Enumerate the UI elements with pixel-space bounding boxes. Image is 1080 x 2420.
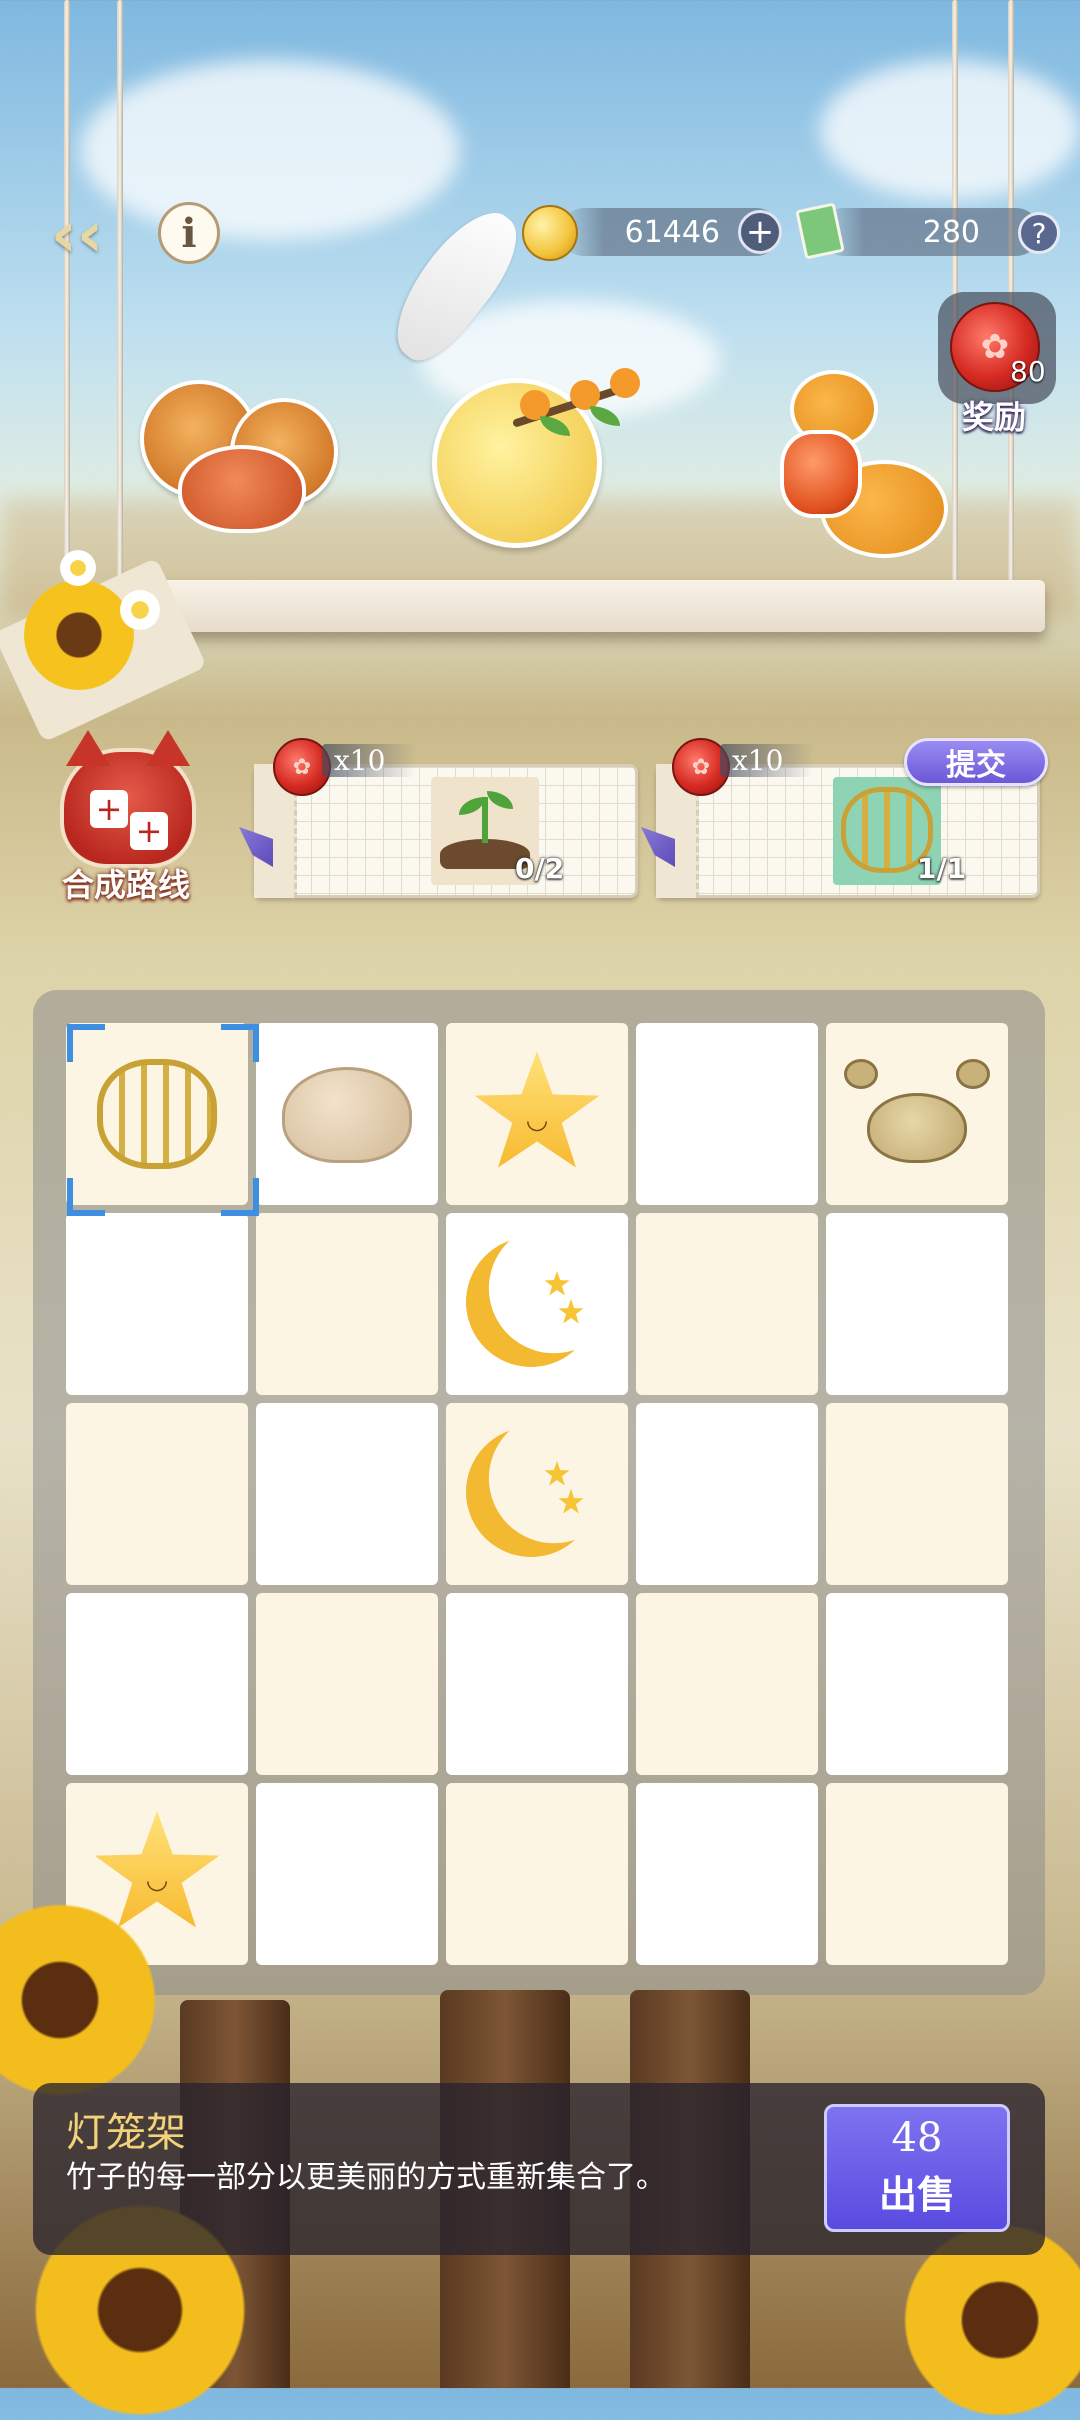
board-cell[interactable] xyxy=(636,1593,818,1775)
board-cell[interactable] xyxy=(256,1403,438,1585)
crescent-moon-icon xyxy=(449,1410,613,1574)
info-icon: i xyxy=(181,209,197,257)
board-cell[interactable] xyxy=(826,1783,1008,1965)
ticket-counter: 280 xyxy=(820,208,1040,256)
back-button[interactable]: ‹‹ xyxy=(42,198,112,272)
order-progress: 0/2 xyxy=(515,852,565,885)
cloud xyxy=(820,60,1080,200)
board-cell[interactable] xyxy=(256,1593,438,1775)
board-cell[interactable] xyxy=(66,1403,248,1585)
ticket-amount: 280 xyxy=(922,214,980,250)
board-cell[interactable] xyxy=(66,1593,248,1775)
crab-claw-icon xyxy=(844,1059,878,1089)
crab-icon xyxy=(178,445,306,533)
cloud xyxy=(80,60,460,240)
sell-label: 出售 xyxy=(878,2172,955,2217)
merge-route-label: 合成路线 xyxy=(61,866,190,904)
board-cell[interactable] xyxy=(446,1403,628,1585)
board-cell[interactable]: ◡ xyxy=(446,1023,628,1205)
board-cell[interactable] xyxy=(826,1593,1008,1775)
selection-frame xyxy=(66,1023,259,1216)
sell-button[interactable]: 48 出售 xyxy=(824,2104,1010,2232)
sunflower-bouquet xyxy=(0,540,220,743)
board-cell[interactable] xyxy=(66,1213,248,1395)
plus-icon: + xyxy=(745,212,775,252)
board-cell[interactable] xyxy=(826,1403,1008,1585)
selection-corner xyxy=(67,1024,105,1062)
star-face: ◡ xyxy=(525,1105,549,1135)
plus-icon: + xyxy=(90,790,128,828)
plus-icon: + xyxy=(130,812,168,850)
board-cell[interactable] xyxy=(826,1213,1008,1395)
sell-price: 48 xyxy=(891,2114,943,2161)
help-icon: ? xyxy=(1031,216,1047,250)
shelf xyxy=(155,580,1045,632)
rope xyxy=(64,0,70,600)
merge-route-button[interactable]: + + xyxy=(60,730,196,868)
order-multiplier: x10 xyxy=(322,744,416,777)
reward-count: 80 xyxy=(1010,355,1046,388)
coin-amount: 61446 xyxy=(624,214,720,250)
board-cell[interactable] xyxy=(256,1023,438,1205)
selection-corner xyxy=(221,1178,259,1216)
board-cell[interactable] xyxy=(636,1403,818,1585)
selection-corner xyxy=(221,1024,259,1062)
coin-icon xyxy=(522,205,578,261)
board-cell[interactable] xyxy=(636,1783,818,1965)
board-cell[interactable] xyxy=(446,1213,628,1395)
mochi-icon xyxy=(282,1067,412,1163)
leaf-icon xyxy=(487,791,513,809)
board-cell[interactable] xyxy=(636,1213,818,1395)
crab-icon xyxy=(867,1093,967,1163)
reward-label: 奖励 xyxy=(962,398,1027,436)
back-arrow-icon: ‹‹ xyxy=(50,198,104,272)
selection-corner xyxy=(67,1178,105,1216)
rope xyxy=(117,0,123,600)
board-cell[interactable] xyxy=(446,1783,628,1965)
board-cell[interactable] xyxy=(256,1783,438,1965)
osmanthus-icon xyxy=(500,368,650,470)
crescent-moon-icon xyxy=(449,1220,613,1384)
item-name: 灯笼架 xyxy=(66,2110,186,2156)
item-description: 竹子的每一部分以更美丽的方式重新集合了。 xyxy=(66,2160,666,2195)
board-cell[interactable] xyxy=(636,1023,818,1205)
crab-claw-icon xyxy=(956,1059,990,1089)
submit-button[interactable]: 提交 xyxy=(904,738,1048,786)
board-cell[interactable] xyxy=(256,1213,438,1395)
order-progress: 1/1 xyxy=(917,852,967,885)
order-multiplier: x10 xyxy=(720,744,814,777)
add-coins-button[interactable]: + xyxy=(738,210,782,254)
board-cell[interactable] xyxy=(826,1023,1008,1205)
board-cell[interactable] xyxy=(446,1593,628,1775)
help-button[interactable]: ? xyxy=(1018,212,1060,254)
info-button[interactable]: i xyxy=(158,202,220,264)
red-lantern-icon xyxy=(780,430,862,518)
